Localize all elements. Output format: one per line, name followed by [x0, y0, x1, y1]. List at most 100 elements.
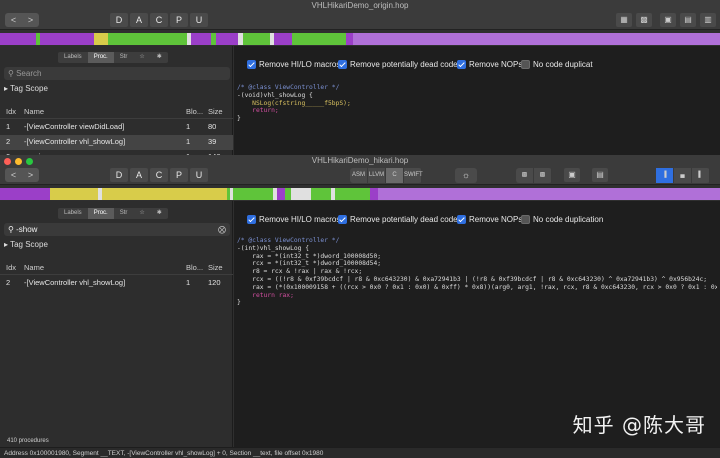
- tab-favorites[interactable]: ☆: [133, 208, 150, 219]
- front-titlebar: VHLHikariDemo_hikari.hop < > D A C P U A…: [0, 155, 720, 185]
- checkbox-icon: [521, 60, 530, 69]
- col-size[interactable]: Size: [208, 261, 223, 275]
- code-line: -(int)vhl_showLog {: [237, 244, 310, 252]
- back-search-placeholder: Search: [16, 69, 42, 78]
- back-layout-icon-2[interactable]: ▩: [636, 13, 652, 27]
- col-blocks[interactable]: Blo...: [186, 105, 203, 119]
- table-row[interactable]: 2 -[ViewController vhl_showLog] 1 39: [0, 135, 233, 150]
- code-line: return;: [237, 107, 279, 115]
- back-table-header: Idx Name Blo... Size: [0, 105, 233, 119]
- forward-button[interactable]: >: [22, 168, 39, 182]
- forward-button[interactable]: >: [22, 13, 39, 27]
- row-idx: 2: [6, 137, 11, 146]
- col-idx[interactable]: Idx: [6, 105, 16, 119]
- left-panel-icon[interactable]: ▐: [656, 168, 674, 183]
- back-opt-hilo[interactable]: Remove HI/LO macros: [247, 60, 340, 69]
- front-opt-deadcode[interactable]: Remove potentially dead code: [338, 215, 458, 224]
- back-panel-icon-2[interactable]: ▤: [680, 13, 696, 27]
- back-tag-scope[interactable]: ▸ Tag Scope: [4, 84, 48, 93]
- back-search-input[interactable]: ⚲ Search: [4, 67, 230, 80]
- code-line: NSLog(cfstring_____f5bpS);: [237, 99, 351, 107]
- mode-c-button[interactable]: C: [150, 168, 168, 182]
- col-idx[interactable]: Idx: [6, 261, 16, 275]
- bottom-panel-toggle-icon[interactable]: ▄: [674, 168, 692, 183]
- front-pseudocode: /* @class ViewController */-(int)vhl_sho…: [237, 237, 717, 307]
- back-opt-nodup[interactable]: No code duplicat: [521, 60, 593, 69]
- mode-a-button[interactable]: A: [130, 13, 148, 27]
- tab-procedures[interactable]: Proc.: [87, 52, 114, 63]
- table-row[interactable]: 1 -[ViewController viewDidLoad] 1 80: [0, 120, 233, 135]
- back-opt-deadcode[interactable]: Remove potentially dead code: [338, 60, 458, 69]
- mode-p-button[interactable]: P: [170, 13, 188, 27]
- tab-labels[interactable]: Labels: [58, 208, 88, 219]
- code-line: rcx = *(int32_t *)dword_100008d54;: [237, 260, 382, 268]
- opt-label: No code duplication: [533, 215, 604, 224]
- back-window-title: VHLHikariDemo_origin.hop: [311, 1, 409, 10]
- layout-right-icon[interactable]: ▩: [534, 168, 552, 183]
- tab-tags[interactable]: ✱: [151, 52, 168, 63]
- row-blocks: 1: [186, 278, 191, 287]
- back-nav-buttons: < >: [5, 13, 39, 27]
- mode-c-button[interactable]: C: [150, 13, 168, 27]
- code-line: /* @class ViewController */: [237, 84, 340, 91]
- mode-a-button[interactable]: A: [130, 168, 148, 182]
- code-line: rax = *(int32_t *)dword_100008d50;: [237, 252, 382, 260]
- llvm-mode-button[interactable]: LLVM: [368, 168, 386, 183]
- tab-strings[interactable]: Str: [114, 52, 134, 63]
- front-tag-scope[interactable]: ▸ Tag Scope: [4, 240, 48, 249]
- front-table-header: Idx Name Blo... Size: [0, 261, 233, 275]
- opt-label: Remove NOPs: [469, 60, 523, 69]
- table-row[interactable]: 2 -[ViewController vhl_showLog] 1 120: [0, 276, 233, 291]
- back-panel-icon-3[interactable]: ▥: [700, 13, 716, 27]
- mode-p-button[interactable]: P: [170, 168, 188, 182]
- col-name[interactable]: Name: [24, 105, 44, 119]
- tab-labels[interactable]: Labels: [58, 52, 88, 63]
- mode-d-button[interactable]: D: [110, 168, 128, 182]
- code-line: rax = (*(0x100009158 + ((rcx > 0x0 ? 0x1…: [237, 283, 717, 291]
- col-size[interactable]: Size: [208, 105, 223, 119]
- col-name[interactable]: Name: [24, 261, 44, 275]
- code-line: -(void)vhl_showLog {: [237, 91, 313, 99]
- tab-procedures[interactable]: Proc.: [87, 208, 114, 219]
- checkbox-icon: [247, 215, 256, 224]
- row-blocks: 1: [186, 122, 191, 131]
- back-button[interactable]: <: [5, 13, 22, 27]
- front-opt-nodup[interactable]: No code duplication: [521, 215, 603, 224]
- swift-mode-button[interactable]: SWIFT: [404, 168, 423, 183]
- checkbox-icon: [521, 215, 530, 224]
- front-search-input[interactable]: ⚲ -show ⨂: [4, 223, 230, 236]
- tab-favorites[interactable]: ☆: [133, 52, 150, 63]
- back-sidebar: Labels Proc. Str ☆ ✱ ⚲ Search ▸ Tag Scop…: [0, 46, 233, 161]
- right-panel-icon[interactable]: ▌: [692, 168, 710, 183]
- back-segment-strip[interactable]: [0, 33, 720, 45]
- mode-u-button[interactable]: U: [190, 168, 208, 182]
- back-layout-icon[interactable]: ▦: [616, 13, 632, 27]
- code-line: /* @class ViewController */: [237, 237, 340, 244]
- c-mode-button[interactable]: C: [386, 168, 404, 183]
- front-opt-nops[interactable]: Remove NOPs: [457, 215, 522, 224]
- mode-d-button[interactable]: D: [110, 13, 128, 27]
- front-sidebar-tabs: Labels Proc. Str ☆ ✱: [58, 208, 168, 219]
- tab-tags[interactable]: ✱: [151, 208, 168, 219]
- back-sidebar-tabs: Labels Proc. Str ☆ ✱: [58, 52, 168, 63]
- back-opt-nops[interactable]: Remove NOPs: [457, 60, 522, 69]
- opt-label: Remove potentially dead code: [350, 60, 458, 69]
- opt-label: Remove HI/LO macros: [259, 215, 341, 224]
- col-blocks[interactable]: Blo...: [186, 261, 203, 275]
- sun-icon[interactable]: ☼: [455, 168, 477, 183]
- layout-left-icon[interactable]: ▩: [516, 168, 534, 183]
- info-panel-icon[interactable]: ▤: [592, 168, 608, 182]
- mode-u-button[interactable]: U: [190, 13, 208, 27]
- code-line: return rax;: [237, 291, 294, 299]
- code-line: r8 = rcx & !rax | rax & !rcx;: [237, 268, 363, 276]
- asm-mode-button[interactable]: ASM: [350, 168, 368, 183]
- front-opt-hilo[interactable]: Remove HI/LO macros: [247, 215, 340, 224]
- back-panel-icon[interactable]: ▣: [660, 13, 676, 27]
- front-segment-strip[interactable]: [0, 188, 720, 200]
- back-button[interactable]: <: [5, 168, 22, 182]
- back-pseudocode: /* @class ViewController */-(void)vhl_sh…: [237, 84, 351, 123]
- tab-strings[interactable]: Str: [114, 208, 134, 219]
- clear-search-icon[interactable]: ⨂: [218, 223, 226, 236]
- front-sidebar: Labels Proc. Str ☆ ✱ ⚲ -show ⨂ ▸ Tag Sco…: [0, 201, 233, 447]
- bottom-panel-icon[interactable]: ▣: [564, 168, 580, 182]
